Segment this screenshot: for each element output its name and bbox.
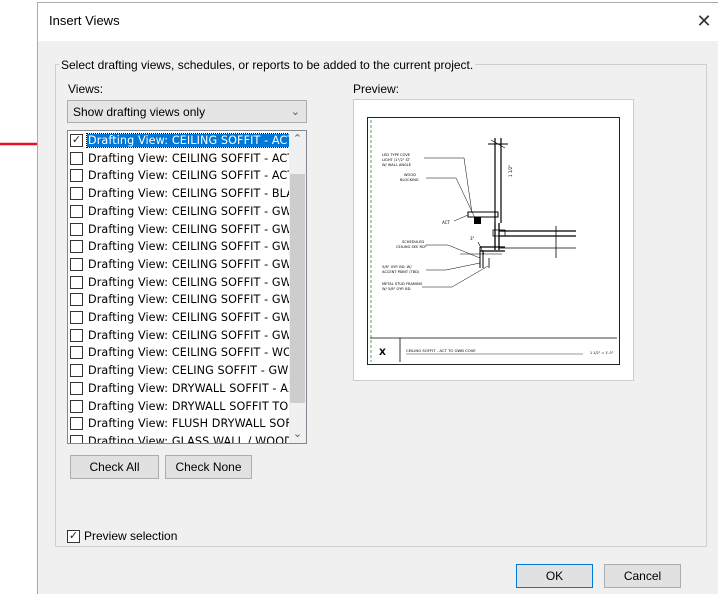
list-item-label: Drafting View: CEILING SOFFIT - WOOD C <box>88 346 290 360</box>
list-item[interactable]: Drafting View: CEILING SOFFIT - BLADE T <box>68 185 290 203</box>
item-checkbox[interactable] <box>70 328 83 342</box>
list-item[interactable]: Drafting View: CEILING SOFFIT - GWB TO <box>68 327 290 345</box>
list-item-label: Drafting View: CEILING SOFFIT - GWB SL <box>88 257 290 271</box>
item-checkbox[interactable] <box>70 399 83 413</box>
svg-text:ACCENT PAINT (TBD): ACCENT PAINT (TBD) <box>382 270 420 274</box>
detail-drawing: 1 1/2" 3" ACT LED TYPE COVE LIGHT (1"/2"… <box>370 120 617 362</box>
list-item-label: Drafting View: CELING SOFFIT - GWB - RE <box>88 364 290 378</box>
svg-text:LIGHT (1"/2" ST: LIGHT (1"/2" ST <box>382 158 411 162</box>
list-item[interactable]: Drafting View: CEILING SOFFIT - ACT TO <box>68 150 290 168</box>
list-item[interactable]: Drafting View: GLASS WALL / WOOD CEIL <box>68 433 290 444</box>
preview-label: Preview: <box>353 82 400 96</box>
item-checkbox[interactable] <box>70 169 83 183</box>
chevron-down-icon: ⌄ <box>290 106 300 118</box>
views-list[interactable]: ✓Drafting View: CEILING SOFFIT - ACT TOD… <box>67 130 307 444</box>
dialog-title: Insert Views <box>49 13 120 28</box>
check-all-button[interactable]: Check All <box>70 455 159 479</box>
list-item-label: Drafting View: CEILING SOFFIT - GWB TO <box>88 293 290 307</box>
preview-pane: 1 1/2" 3" ACT LED TYPE COVE LIGHT (1"/2"… <box>353 99 634 381</box>
list-item[interactable]: Drafting View: CEILING SOFFIT - GWB CO <box>68 221 290 239</box>
item-checkbox[interactable] <box>70 187 83 201</box>
view-filter-dropdown[interactable]: Show drafting views only ⌄ <box>67 100 307 123</box>
list-item-label: Drafting View: CEILING SOFFIT - ACT TO <box>88 151 290 165</box>
list-item-label: Drafting View: CEILING SOFFIT - GWB TO <box>88 311 290 324</box>
item-checkbox[interactable] <box>70 434 83 443</box>
list-item-label: Drafting View: CEILING SOFFIT - GWB SL <box>88 240 290 254</box>
scroll-down-icon[interactable]: ⌄ <box>289 426 306 443</box>
item-checkbox[interactable] <box>70 381 83 395</box>
svg-text:CEILING SEE RCP: CEILING SEE RCP <box>396 245 427 249</box>
list-item[interactable]: Drafting View: CEILING SOFFIT - GWB TO <box>68 309 290 327</box>
item-checkbox[interactable] <box>70 364 83 378</box>
list-item-label: Drafting View: GLASS WALL / WOOD CEIL <box>88 434 290 444</box>
views-label: Views: <box>68 82 104 96</box>
list-item-label: Drafting View: CEILING SOFFIT - GWB TO <box>88 275 290 289</box>
item-checkbox[interactable] <box>70 275 83 289</box>
list-item-label: Drafting View: DRYWALL SOFFIT TO EXPO <box>88 399 290 413</box>
list-item[interactable]: ✓Drafting View: CEILING SOFFIT - ACT TO <box>68 132 290 150</box>
list-item-label: Drafting View: DRYWALL SOFFIT - AXIOM <box>88 381 290 395</box>
item-checkbox[interactable] <box>70 257 83 271</box>
svg-text:ACT: ACT <box>442 220 450 225</box>
item-checkbox[interactable] <box>70 311 83 324</box>
svg-text:5/8" GYP. BD. W/: 5/8" GYP. BD. W/ <box>382 265 412 269</box>
list-item[interactable]: Drafting View: CELING SOFFIT - GWB - RE <box>68 362 290 380</box>
svg-text:W/ 5/8" GYP. BD.: W/ 5/8" GYP. BD. <box>382 287 412 291</box>
cancel-button[interactable]: Cancel <box>604 564 681 588</box>
check-none-button[interactable]: Check None <box>165 455 252 479</box>
item-checkbox[interactable] <box>70 240 83 254</box>
item-checkbox[interactable] <box>70 151 83 165</box>
list-item[interactable]: Drafting View: DRYWALL SOFFIT TO EXPO <box>68 398 290 416</box>
list-item-label: Drafting View: CEILING SOFFIT - ACT TO <box>86 133 290 148</box>
item-checkbox[interactable] <box>70 417 83 431</box>
svg-text:WOOD: WOOD <box>404 173 416 177</box>
svg-text:BLOCKING: BLOCKING <box>400 178 419 182</box>
insert-views-dialog: Insert Views ✕ Select drafting views, sc… <box>37 2 718 594</box>
svg-text:SCHEDULED: SCHEDULED <box>402 240 424 244</box>
preview-selection-label: Preview selection <box>84 529 178 543</box>
item-checkbox[interactable] <box>70 222 83 236</box>
list-item-label: Drafting View: CEILING SOFFIT - BLADE T <box>88 187 290 201</box>
list-item[interactable]: Drafting View: CEILING SOFFIT - GWB SL <box>68 238 290 256</box>
list-item[interactable]: Drafting View: CEILING SOFFIT - GWB CO <box>68 203 290 221</box>
svg-text:X: X <box>379 348 386 358</box>
scroll-up-icon[interactable]: ⌃ <box>289 131 306 148</box>
checkmark-icon[interactable]: ✓ <box>67 530 80 543</box>
list-item-label: Drafting View: CEILING SOFFIT - ACT TO <box>88 169 290 183</box>
svg-text:CEILING SOFFIT - ACT TO GWB CO: CEILING SOFFIT - ACT TO GWB COVE <box>406 348 476 353</box>
drafting-view-preview: 1 1/2" 3" ACT LED TYPE COVE LIGHT (1"/2"… <box>367 117 620 365</box>
list-item[interactable]: Drafting View: FLUSH DRYWALL SOFFIT <box>68 415 290 433</box>
list-item-label: Drafting View: CEILING SOFFIT - GWB TO <box>88 328 290 342</box>
list-item[interactable]: Drafting View: DRYWALL SOFFIT - AXIOM <box>68 380 290 398</box>
list-item-label: Drafting View: CEILING SOFFIT - GWB CO <box>88 204 290 218</box>
group-caption: Select drafting views, schedules, or rep… <box>59 58 476 72</box>
list-item-label: Drafting View: FLUSH DRYWALL SOFFIT <box>88 417 290 431</box>
item-checkbox[interactable]: ✓ <box>70 134 83 147</box>
svg-text:METAL STUD FRAMING: METAL STUD FRAMING <box>382 282 423 286</box>
list-item[interactable]: Drafting View: CEILING SOFFIT - GWB SL <box>68 256 290 274</box>
scrollbar-thumb[interactable] <box>290 174 305 403</box>
vertical-scrollbar[interactable]: ⌃ ⌄ <box>289 131 306 443</box>
svg-text:LED TYPE COVE: LED TYPE COVE <box>382 153 411 157</box>
svg-text:3": 3" <box>470 236 475 241</box>
list-item-label: Drafting View: CEILING SOFFIT - GWB CO <box>88 222 290 236</box>
list-item[interactable]: Drafting View: CEILING SOFFIT - GWB TO <box>68 291 290 309</box>
svg-text:1 1/2": 1 1/2" <box>508 165 513 177</box>
close-icon[interactable]: ✕ <box>689 7 718 37</box>
item-checkbox[interactable] <box>70 293 83 307</box>
svg-text:1 1/2" = 1'-0": 1 1/2" = 1'-0" <box>590 351 614 355</box>
list-item[interactable]: Drafting View: CEILING SOFFIT - WOOD C <box>68 344 290 362</box>
filter-selected-value: Show drafting views only <box>73 105 206 119</box>
list-item[interactable]: Drafting View: CEILING SOFFIT - ACT TO <box>68 167 290 185</box>
ok-button[interactable]: OK <box>516 564 593 588</box>
list-item[interactable]: Drafting View: CEILING SOFFIT - GWB TO <box>68 274 290 292</box>
title-bar: Insert Views ✕ <box>38 3 718 41</box>
item-checkbox[interactable] <box>70 204 83 218</box>
svg-text:W/ WALL ANGLE: W/ WALL ANGLE <box>382 163 412 167</box>
item-checkbox[interactable] <box>70 346 83 360</box>
